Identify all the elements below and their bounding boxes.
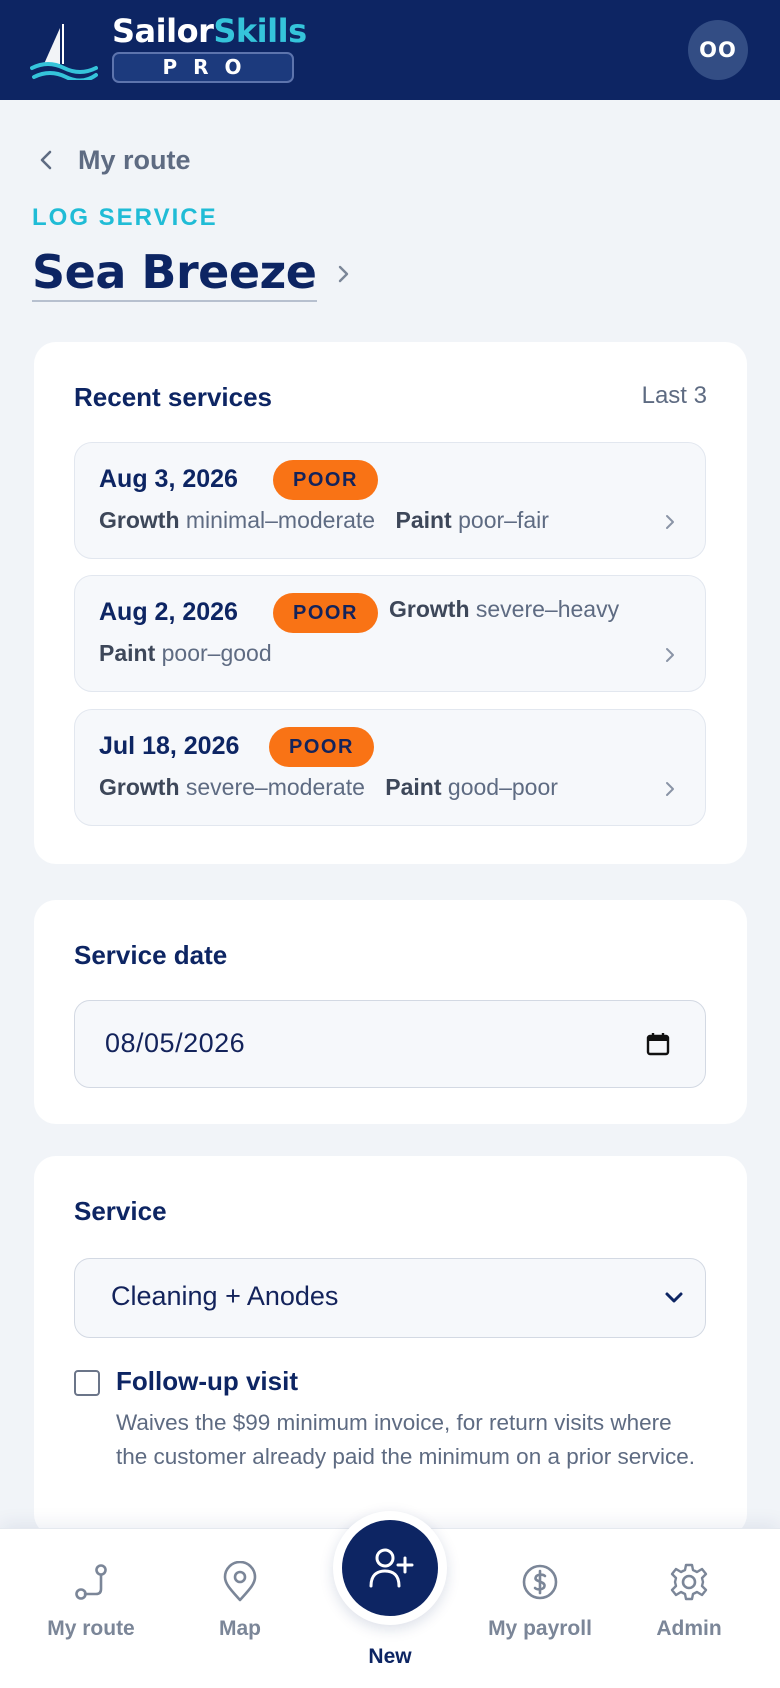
service-item-date: Jul 18, 2026 <box>99 732 240 760</box>
nav-item-admin[interactable]: Admin <box>624 1561 754 1641</box>
recent-service-item[interactable]: Jul 18, 2026 POOR Growth severe–moderate… <box>74 709 706 826</box>
boat-title-link[interactable]: Sea Breeze <box>32 246 353 302</box>
tier-badge: PRO <box>112 52 294 83</box>
nav-label-new[interactable]: New <box>340 1645 440 1669</box>
recent-services-card: Recent services Last 3 Aug 3, 2026 POOR … <box>34 342 747 864</box>
service-item-growth: Growth severe–heavy <box>389 596 619 623</box>
chevron-right-icon <box>666 648 674 662</box>
service-card: Service Cleaning + Anodes Follow-up visi… <box>34 1156 747 1536</box>
brand-name-part2: Skills <box>213 12 307 50</box>
growth-label: Growth <box>99 507 180 533</box>
followup-help-text: Waives the $99 minimum invoice, for retu… <box>116 1410 696 1469</box>
nav-label: My route <box>47 1617 135 1640</box>
paint-value: poor–fair <box>458 507 549 533</box>
service-item-date: Aug 2, 2026 <box>99 598 238 626</box>
bottom-navigation: My route Map New My payroll Admin <box>0 1511 780 1688</box>
growth-label: Growth <box>389 596 470 622</box>
nav-item-my-payroll[interactable]: My payroll <box>475 1561 605 1641</box>
page-eyebrow: LOG SERVICE <box>32 204 218 231</box>
calendar-icon[interactable] <box>645 1031 671 1057</box>
nav-item-my-route[interactable]: My route <box>26 1561 156 1641</box>
map-pin-icon <box>223 1561 257 1602</box>
recent-service-item[interactable]: Aug 2, 2026 POOR Growth severe–heavy Pai… <box>74 575 706 692</box>
service-type-select[interactable]: Cleaning + Anodes <box>74 1258 706 1338</box>
sailboat-logo-icon <box>30 24 98 80</box>
followup-label[interactable]: Follow-up visit <box>116 1366 298 1397</box>
chevron-left-icon <box>40 150 52 170</box>
service-date-input[interactable]: 08/05/2026 <box>74 1000 706 1088</box>
back-link[interactable]: My route <box>34 140 191 180</box>
service-date-value: 08/05/2026 <box>105 1028 246 1058</box>
chevron-right-icon <box>666 515 674 529</box>
service-date-card: Service date 08/05/2026 <box>34 900 747 1124</box>
user-avatar[interactable]: OO <box>688 20 748 80</box>
dollar-coin-icon <box>522 1564 558 1600</box>
service-item-paint: Paint poor–good <box>99 640 272 667</box>
app-header: SailorSkills PRO OO <box>0 0 780 100</box>
condition-badge: POOR <box>273 460 378 500</box>
new-customer-fab[interactable] <box>333 1511 447 1625</box>
recent-service-item[interactable]: Aug 3, 2026 POOR Growth minimal–moderate… <box>74 442 706 559</box>
paint-label: Paint <box>385 774 442 800</box>
chevron-down-icon <box>665 1292 683 1303</box>
paint-label: Paint <box>395 507 452 533</box>
service-type-value: Cleaning + Anodes <box>111 1281 339 1311</box>
back-link-label: My route <box>78 144 191 175</box>
nav-label: Admin <box>656 1617 722 1640</box>
service-item-details: Growth severe–moderate Paint good–poor <box>99 774 558 801</box>
gear-icon <box>670 1563 708 1601</box>
page-title: Sea Breeze <box>32 246 317 302</box>
nav-item-map[interactable]: Map <box>175 1561 305 1641</box>
chevron-right-icon <box>338 265 348 283</box>
brand-name: SailorSkills <box>112 12 307 50</box>
followup-checkbox[interactable] <box>74 1370 100 1396</box>
growth-value: minimal–moderate <box>185 507 376 533</box>
condition-badge: POOR <box>273 593 378 633</box>
growth-label: Growth <box>99 774 180 800</box>
paint-value: good–poor <box>447 774 558 800</box>
nav-label: Map <box>219 1617 261 1640</box>
condition-badge: POOR <box>269 727 374 767</box>
brand-name-part1: Sailor <box>112 12 214 50</box>
add-user-icon <box>369 1548 414 1588</box>
paint-label: Paint <box>99 640 156 666</box>
service-item-details: Growth minimal–moderate Paint poor–fair <box>99 507 549 534</box>
recent-services-title: Recent services <box>74 382 273 412</box>
route-icon <box>75 1564 107 1600</box>
service-date-title: Service date <box>74 940 228 970</box>
growth-value: severe–heavy <box>475 596 620 622</box>
service-item-date: Aug 3, 2026 <box>99 465 238 493</box>
nav-label: My payroll <box>488 1617 592 1640</box>
service-title: Service <box>74 1196 167 1226</box>
paint-value: poor–good <box>161 640 272 666</box>
chevron-right-icon <box>666 782 674 796</box>
recent-services-count: Last 3 <box>641 382 707 409</box>
growth-value: severe–moderate <box>185 774 365 800</box>
fab-circle <box>342 1520 438 1616</box>
